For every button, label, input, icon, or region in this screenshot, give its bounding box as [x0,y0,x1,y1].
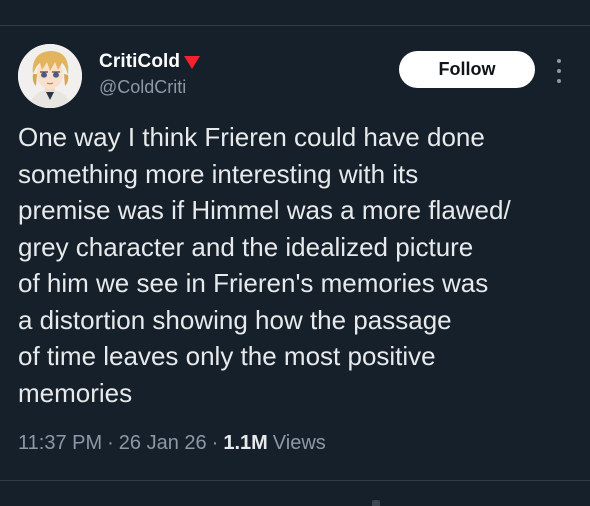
views-label: Views [272,432,326,454]
meta-separator: · [107,432,114,454]
top-divider [0,25,590,26]
more-options-icon[interactable] [551,57,567,85]
tweet-date[interactable]: 26 Jan 26 [119,432,207,455]
action-bar-hint [372,500,380,506]
tweet-line: premise was if Himmel was a more flawed/ [18,195,511,225]
tweet-line: of time leaves only the most positive [18,341,436,371]
handle[interactable]: @ColdCriti [99,77,201,98]
tweet-line: One way I think Frieren could have done [18,122,485,152]
meta-separator: · [211,432,219,454]
more-dot [557,79,561,83]
more-dot [557,69,561,73]
bottom-divider [0,480,590,481]
tweet-time[interactable]: 11:37 PM [18,432,102,455]
tweet-line: a distortion showing how the passage [18,304,452,335]
display-name[interactable]: CritiCold [99,51,180,73]
tweet-line: something more interesting with its [18,158,419,189]
tweet-line: memories [18,377,133,408]
tweet-line: grey character and the idealized picture [18,231,474,262]
tweet-text: One way I think Frieren could have done … [18,119,578,411]
tweet-line: of him we see in Frieren's memories was [18,268,489,298]
name-row: CritiCold [99,51,201,73]
avatar[interactable] [18,44,82,108]
more-dot [557,59,561,63]
views-count: 1.1M [223,432,268,454]
avatar-image [18,44,82,108]
tweet-header: CritiCold @ColdCriti Follow [18,44,578,108]
tweet-meta: 11:37 PM · 26 Jan 26 · 1.1M Views [18,432,326,455]
user-block: CritiCold @ColdCriti [99,51,201,98]
red-down-triangle-icon [183,54,201,70]
follow-button[interactable]: Follow [399,51,535,88]
